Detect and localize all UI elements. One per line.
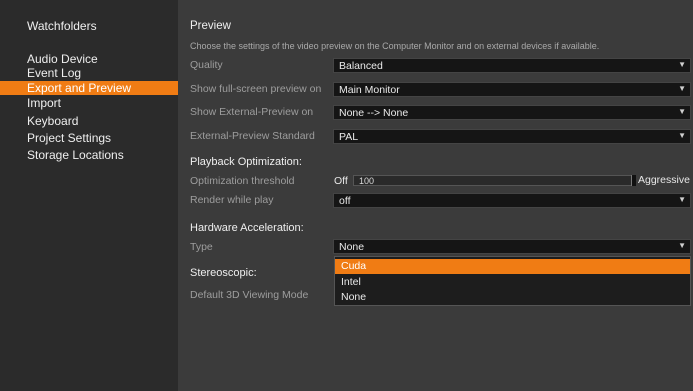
optimization-threshold-slider[interactable]: 100 [353, 175, 635, 186]
option-intel[interactable]: Intel [335, 275, 690, 290]
external-standard-value: PAL [339, 131, 359, 143]
triangle-down-icon: ▼ [678, 195, 686, 204]
hardware-type-label: Type [190, 241, 213, 253]
triangle-down-icon: ▼ [678, 107, 686, 116]
sidebar-item-export-and-preview[interactable]: Export and Preview [0, 81, 178, 95]
external-preview-value: None --> None [339, 107, 409, 119]
sidebar-item-keyboard[interactable]: Keyboard [27, 114, 78, 128]
triangle-down-icon: ▼ [678, 84, 686, 93]
hardware-heading: Hardware Acceleration: [190, 222, 304, 234]
quality-value: Balanced [339, 60, 383, 72]
option-none[interactable]: None [335, 290, 690, 305]
sidebar-item-import[interactable]: Import [27, 96, 61, 110]
default-3d-mode-label: Default 3D Viewing Mode [190, 289, 309, 301]
external-standard-dropdown[interactable]: PAL ▼ [333, 129, 691, 144]
external-preview-dropdown[interactable]: None --> None ▼ [333, 105, 691, 120]
hardware-type-dropdown[interactable]: None ▼ [333, 239, 691, 254]
hardware-type-value: None [339, 241, 365, 253]
external-standard-label: External-Preview Standard [190, 130, 315, 142]
option-cuda[interactable]: Cuda [335, 259, 690, 274]
slider-max-label: Aggressive [638, 174, 690, 186]
slider-handle[interactable] [631, 175, 636, 186]
render-while-play-value: off [339, 195, 351, 207]
sidebar: Watchfolders Audio Device Event Log Expo… [0, 0, 178, 391]
sidebar-item-audio-device[interactable]: Audio Device [27, 52, 98, 66]
sidebar-item-storage-locations[interactable]: Storage Locations [27, 148, 124, 162]
fullscreen-preview-dropdown[interactable]: Main Monitor ▼ [333, 82, 691, 97]
quality-dropdown[interactable]: Balanced ▼ [333, 58, 691, 73]
triangle-down-icon: ▼ [678, 241, 686, 250]
triangle-down-icon: ▼ [678, 60, 686, 69]
quality-label: Quality [190, 59, 223, 71]
slider-value: 100 [359, 176, 375, 186]
sidebar-item-event-log[interactable]: Event Log [27, 66, 81, 80]
fullscreen-preview-value: Main Monitor [339, 84, 400, 96]
render-while-play-dropdown[interactable]: off ▼ [333, 193, 691, 208]
hardware-type-options: Cuda Intel None [334, 256, 691, 306]
sidebar-item-watchfolders[interactable]: Watchfolders [27, 19, 97, 33]
preview-heading: Preview [190, 20, 231, 32]
external-preview-label: Show External-Preview on [190, 106, 314, 118]
slider-min-label: Off [334, 175, 348, 187]
fullscreen-preview-label: Show full-screen preview on [190, 83, 322, 95]
playback-heading: Playback Optimization: [190, 156, 302, 168]
render-while-play-label: Render while play [190, 194, 274, 206]
optimization-threshold-label: Optimization threshold [190, 175, 295, 187]
triangle-down-icon: ▼ [678, 131, 686, 140]
preview-description: Choose the settings of the video preview… [190, 41, 600, 51]
sidebar-item-project-settings[interactable]: Project Settings [27, 131, 111, 145]
stereoscopic-heading: Stereoscopic: [190, 267, 257, 279]
